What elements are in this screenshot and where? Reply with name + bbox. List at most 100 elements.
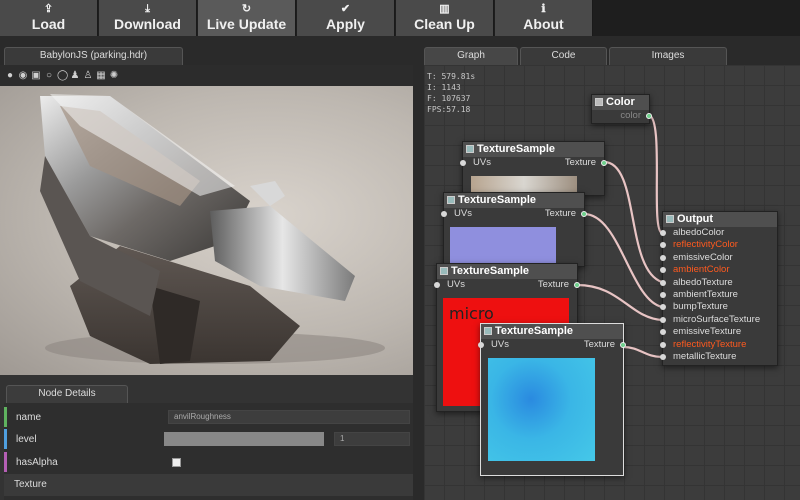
stat-fps: FPS:57.18 <box>427 105 471 114</box>
texture-sample-node-1[interactable]: TextureSample UVs Texture <box>460 141 607 196</box>
output-input-port[interactable] <box>660 329 666 336</box>
output-node[interactable]: Output albedoColor reflectivityColor emiss… <box>660 211 778 366</box>
texture-sample-3-square-icon <box>440 267 448 275</box>
texture-sample-1-uvs-label: UVs <box>473 157 491 168</box>
texture-sample-3-ports: UVs Texture <box>434 279 580 291</box>
grid-icon[interactable]: ▦ <box>96 70 106 81</box>
output-input-port[interactable] <box>660 230 666 236</box>
color-output-label: color <box>620 110 641 121</box>
texture-sample-2-title: TextureSample <box>458 194 537 206</box>
has-alpha-checkbox[interactable] <box>172 458 181 467</box>
output-input-port[interactable] <box>660 341 666 348</box>
texture-sample-4-square-icon <box>484 327 492 335</box>
output-port-label: reflectivityColor <box>673 239 738 251</box>
figure-icon[interactable]: ♟ <box>70 70 80 81</box>
panel-divider[interactable] <box>413 36 422 500</box>
cube-icon[interactable]: ▣ <box>31 70 41 81</box>
tab-code[interactable]: Code <box>520 47 607 65</box>
output-input-port[interactable] <box>660 254 666 261</box>
output-node-header[interactable]: Output <box>663 212 777 227</box>
texture-sample-4-texture-port[interactable] <box>620 342 626 348</box>
texture-sample-1-uvs-port[interactable] <box>460 160 466 166</box>
name-color-bar <box>4 407 7 427</box>
texture-sample-1-title: TextureSample <box>477 143 556 155</box>
color-node-square-icon <box>595 98 603 106</box>
texture-sample-4-title: TextureSample <box>495 325 574 337</box>
name-label: name <box>16 412 42 423</box>
texture-sample-4-uvs-label: UVs <box>491 339 509 350</box>
texture-sample-3-texture-port[interactable] <box>574 282 580 288</box>
color-node-output: color <box>592 110 652 122</box>
texture-section-header[interactable]: Texture <box>4 474 414 496</box>
output-input-port[interactable] <box>660 242 666 249</box>
texture-sample-2-header[interactable]: TextureSample <box>444 193 584 208</box>
live-update-button[interactable]: ↻ Live Update <box>198 0 296 36</box>
output-input-port[interactable] <box>660 304 666 311</box>
texture-sample-node-2[interactable]: TextureSample UVs Texture <box>441 192 587 267</box>
texture-sample-2-texture-port[interactable] <box>581 211 587 217</box>
texture-sample-4-header[interactable]: TextureSample <box>481 324 623 339</box>
output-port-label: ambientTexture <box>673 288 738 300</box>
node-details-tab[interactable]: Node Details <box>6 385 128 403</box>
has-alpha-color-bar <box>4 452 7 472</box>
texture-sample-node-4[interactable]: TextureSample UVs Texture <box>478 323 626 476</box>
tab-images[interactable]: Images <box>609 47 727 65</box>
texture-sample-4-uvs-port[interactable] <box>478 342 484 348</box>
output-input-port[interactable] <box>660 353 666 360</box>
output-input-port[interactable] <box>660 267 666 274</box>
info-icon: ℹ <box>541 3 546 15</box>
app-root: ⇪ Load ⤓ Download ↻ Live Update ✔ Apply … <box>0 0 800 500</box>
output-port-label: metallicTexture <box>673 350 737 362</box>
download-button[interactable]: ⤓ Download <box>99 0 197 36</box>
texture-sample-4-texture-label: Texture <box>583 339 615 350</box>
texture-sample-2-preview <box>450 227 556 265</box>
ring-icon[interactable]: ◯ <box>57 70 68 81</box>
level-slider[interactable] <box>164 432 324 446</box>
figure-alt-icon[interactable]: ♙ <box>83 70 93 81</box>
color-output-port[interactable] <box>646 113 652 119</box>
preview-viewport[interactable] <box>0 86 413 375</box>
apply-button[interactable]: ✔ Apply <box>297 0 395 36</box>
sphere-shaded-icon[interactable]: ◉ <box>18 70 28 81</box>
output-input-port[interactable] <box>660 291 666 298</box>
graph-tabs: Graph Code Images <box>424 47 800 65</box>
preview-toolbar: ● ◉ ▣ ○ ◯ ♟ ♙ ▦ ✺ <box>0 65 413 86</box>
anvil-render <box>40 94 385 364</box>
load-button[interactable]: ⇪ Load <box>0 0 98 36</box>
name-row: name anvilRoughness <box>4 407 414 427</box>
texture-sample-3-header[interactable]: TextureSample <box>437 264 577 279</box>
stats-overlay: T: 579.81s I: 1143 F: 107637 FPS:57.18 <box>427 71 475 115</box>
output-port-emissiveColor: emissiveColor <box>660 251 777 264</box>
color-node[interactable]: Color color <box>591 94 652 124</box>
texture-sample-3-uvs-port[interactable] <box>434 282 440 288</box>
output-input-port[interactable] <box>660 316 666 323</box>
about-button[interactable]: ℹ About <box>495 0 593 36</box>
output-port-label: emissiveColor <box>673 251 733 263</box>
output-port-emissiveTexture: emissiveTexture <box>660 326 777 338</box>
output-input-port[interactable] <box>660 279 666 286</box>
output-port-label: emissiveTexture <box>673 326 742 338</box>
sphere-icon[interactable]: ● <box>5 70 15 81</box>
live-update-label: Live Update <box>206 16 287 32</box>
level-color-bar <box>4 429 7 449</box>
output-port-reflectivityTexture: reflectivityTexture <box>660 339 777 351</box>
level-input[interactable]: 1 <box>334 432 410 446</box>
texture-sample-3-title: TextureSample <box>451 265 530 277</box>
download-label: Download <box>114 16 181 32</box>
name-input[interactable]: anvilRoughness <box>168 410 410 424</box>
color-node-header[interactable]: Color <box>592 95 649 110</box>
stat-frames: F: 107637 <box>427 94 471 103</box>
output-port-label: bumpTexture <box>673 301 728 313</box>
check-circle-icon: ✔ <box>340 3 351 15</box>
tab-graph[interactable]: Graph <box>424 47 518 65</box>
preview-tab[interactable]: BabylonJS (parking.hdr) <box>4 47 183 65</box>
texture-sample-2-texture-label: Texture <box>544 208 576 219</box>
spinner-icon[interactable]: ✺ <box>109 70 119 81</box>
texture-sample-1-texture-port[interactable] <box>601 160 607 166</box>
texture-sample-3-texture-label: Texture <box>537 279 569 290</box>
clean-up-button[interactable]: ▥ Clean Up <box>396 0 494 36</box>
texture-sample-1-header[interactable]: TextureSample <box>463 142 604 157</box>
circle-icon[interactable]: ○ <box>44 70 54 81</box>
output-port-list: albedoColor reflectivityColor emissiveColo… <box>660 227 777 363</box>
texture-sample-2-uvs-port[interactable] <box>441 211 447 217</box>
